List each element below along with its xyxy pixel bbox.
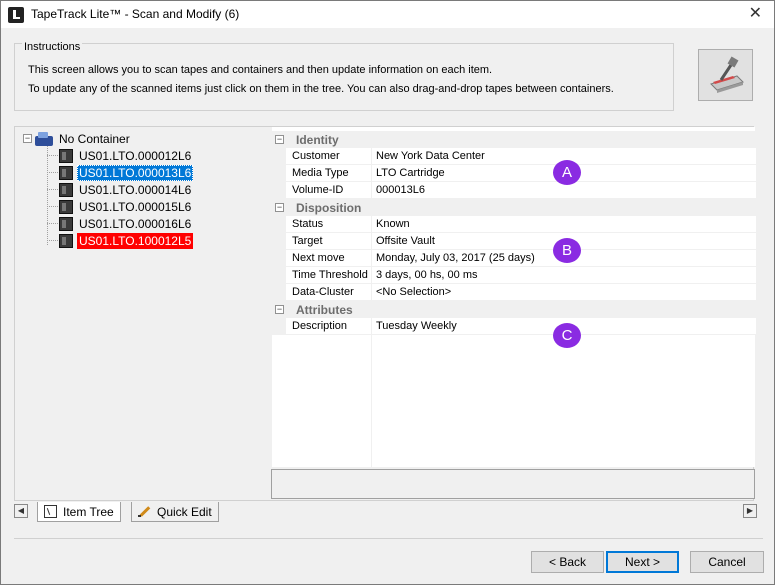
scroll-right-icon[interactable]: ▶ (743, 504, 757, 518)
category-label: Disposition (296, 200, 362, 215)
item-tree: − No Container US01.LTO.000012L6 US01.LT… (20, 127, 260, 497)
tree-icon (44, 505, 57, 518)
title-bar: TapeTrack Lite™ - Scan and Modify (6) ✕ (0, 0, 775, 28)
property-value[interactable]: Tuesday Weekly (376, 320, 457, 332)
property-row-customer[interactable]: Customer New York Data Center (272, 148, 756, 165)
badge-c: C (553, 323, 581, 348)
collapse-icon[interactable]: − (275, 203, 284, 212)
property-name: Next move (292, 252, 345, 264)
property-name: Status (292, 218, 324, 230)
scroll-left-icon[interactable]: ◀ (14, 504, 28, 518)
close-icon[interactable]: ✕ (749, 5, 762, 23)
tree-item-label: US01.LTO.100012L5 (77, 232, 194, 249)
tree-item-alert[interactable]: US01.LTO.100012L5 (59, 232, 194, 249)
tree-item-label: US01.LTO.000016L6 (79, 216, 192, 231)
property-value[interactable]: 3 days, 00 hs, 00 ms (376, 269, 478, 281)
tape-icon (59, 165, 73, 180)
property-value[interactable]: LTO Cartridge (376, 167, 445, 179)
property-row-status[interactable]: Status Known (272, 216, 756, 233)
tree-root-no-container[interactable]: − No Container (23, 130, 132, 147)
property-row-next-move[interactable]: Next move Monday, July 03, 2017 (25 days… (272, 250, 756, 267)
tapetrack-app-icon (8, 7, 24, 23)
collapse-icon[interactable]: − (275, 135, 284, 144)
scan-button[interactable] (698, 49, 753, 101)
instructions-line-2: To update any of the scanned items just … (28, 83, 614, 95)
property-name: Target (292, 235, 323, 247)
tree-item[interactable]: US01.LTO.000014L6 (59, 181, 193, 198)
pencil-icon (138, 505, 151, 518)
property-name: Time Threshold (292, 269, 368, 281)
category-label: Identity (296, 132, 339, 147)
instructions-group: Instructions This screen allows you to s… (14, 41, 674, 111)
tape-icon (59, 148, 73, 163)
tree-item-label: US01.LTO.000014L6 (79, 182, 192, 197)
tree-item-selected[interactable]: US01.LTO.000013L6 (59, 164, 194, 181)
tree-item-label: US01.LTO.000012L6 (79, 148, 192, 163)
property-description-box (271, 469, 755, 499)
property-row-description[interactable]: Description Tuesday Weekly (272, 318, 756, 335)
badge-a: A (553, 160, 581, 185)
property-row-target[interactable]: Target Offsite Vault (272, 233, 756, 250)
tab-strip: ◀ Item Tree Quick Edit ▶ (14, 502, 759, 522)
property-name: Data-Cluster (292, 286, 354, 298)
property-value[interactable]: New York Data Center (376, 150, 485, 162)
property-value[interactable]: Monday, July 03, 2017 (25 days) (376, 252, 535, 264)
badge-b: B (553, 238, 581, 263)
instructions-line-1: This screen allows you to scan tapes and… (28, 64, 493, 76)
main-panel: − No Container US01.LTO.000012L6 US01.LT… (14, 126, 756, 501)
property-row-volume-id[interactable]: Volume-ID 000013L6 (272, 182, 756, 199)
container-icon (35, 131, 53, 146)
tree-item[interactable]: US01.LTO.000015L6 (59, 198, 193, 215)
back-button[interactable]: < Back (531, 551, 604, 573)
tape-icon (59, 233, 73, 248)
property-grid: − Identity Customer New York Data Center… (271, 127, 756, 467)
scan-and-modify-window: Instructions This screen allows you to s… (0, 28, 775, 585)
tape-icon (59, 199, 73, 214)
property-value[interactable]: 000013L6 (376, 184, 425, 196)
property-value[interactable]: Offsite Vault (376, 235, 435, 247)
category-label: Attributes (296, 302, 353, 317)
tab-item-tree[interactable]: Item Tree (37, 502, 121, 522)
property-name: Description (292, 320, 348, 332)
tree-item-label: US01.LTO.000013L6 (77, 164, 194, 181)
tab-quick-edit[interactable]: Quick Edit (131, 502, 219, 522)
window-title: TapeTrack Lite™ - Scan and Modify (6) (31, 7, 240, 21)
instructions-legend: Instructions (22, 41, 83, 53)
cancel-button[interactable]: Cancel (690, 551, 764, 573)
property-name: Customer (292, 150, 340, 162)
category-disposition[interactable]: − Disposition (272, 199, 756, 216)
tape-icon (59, 182, 73, 197)
tape-icon (59, 216, 73, 231)
tree-item-label: US01.LTO.000015L6 (79, 199, 192, 214)
tab-label: Quick Edit (157, 504, 212, 519)
property-name: Volume-ID (292, 184, 344, 196)
collapse-icon[interactable]: − (23, 134, 32, 143)
next-button[interactable]: Next > (606, 551, 679, 573)
separator (14, 538, 763, 539)
category-identity[interactable]: − Identity (272, 131, 756, 148)
property-row-data-cluster[interactable]: Data-Cluster <No Selection> (272, 284, 756, 301)
tree-item[interactable]: US01.LTO.000012L6 (59, 147, 193, 164)
tree-root-label: No Container (59, 131, 130, 146)
collapse-icon[interactable]: − (275, 305, 284, 314)
property-name: Media Type (292, 167, 349, 179)
property-value[interactable]: Known (376, 218, 410, 230)
scanner-icon (710, 56, 744, 93)
property-value[interactable]: <No Selection> (376, 286, 451, 298)
tree-item[interactable]: US01.LTO.000016L6 (59, 215, 193, 232)
tab-label: Item Tree (63, 504, 114, 519)
property-row-media-type[interactable]: Media Type LTO Cartridge (272, 165, 756, 182)
property-row-time-threshold[interactable]: Time Threshold 3 days, 00 hs, 00 ms (272, 267, 756, 284)
category-attributes[interactable]: − Attributes (272, 301, 756, 318)
